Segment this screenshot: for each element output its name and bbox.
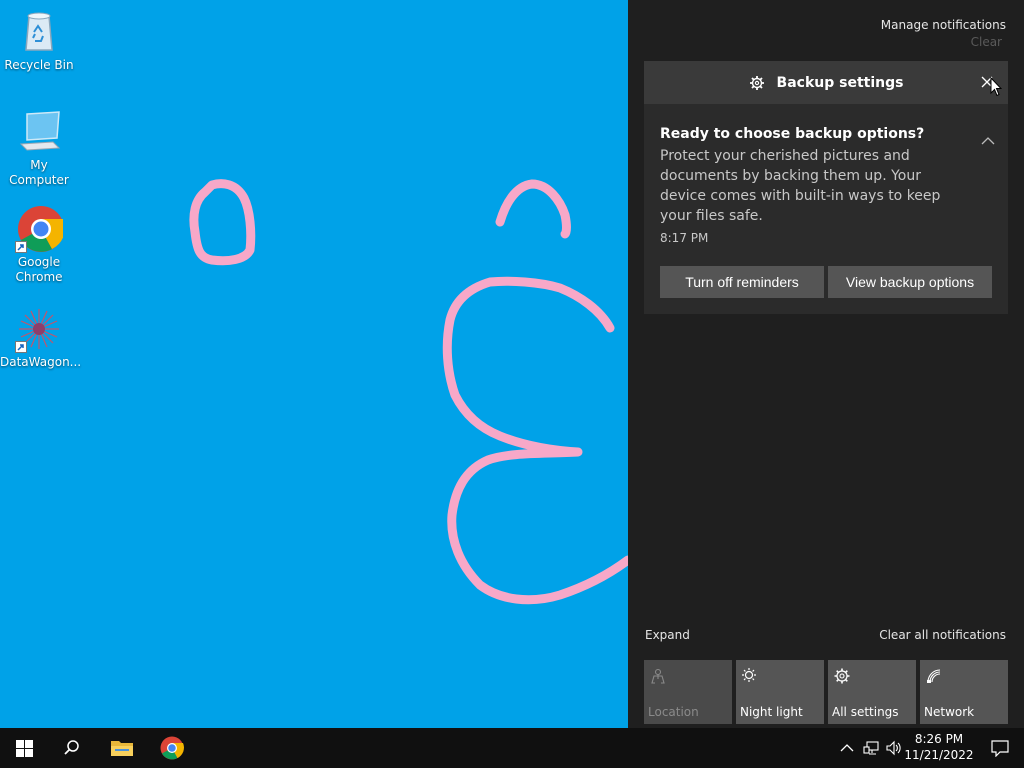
quick-action-night-light[interactable]: Night light — [736, 660, 824, 724]
view-backup-options-button[interactable]: View backup options — [828, 266, 992, 298]
quick-action-label: Network — [924, 705, 975, 719]
desktop-icon-google-chrome[interactable]: Google Chrome — [0, 205, 78, 285]
notification-time: 8:17 PM — [660, 231, 709, 245]
folder-icon — [111, 741, 133, 756]
desktop-icon-datawagon[interactable]: DataWagon... — [0, 305, 82, 370]
action-center-button[interactable] — [976, 728, 1024, 768]
turn-off-reminders-button[interactable]: Turn off reminders — [660, 266, 824, 298]
mouse-cursor-icon — [990, 77, 1002, 97]
quick-action-location[interactable]: Location — [644, 660, 732, 724]
chrome-icon — [160, 736, 184, 760]
desktop-icon-label: My Computer — [9, 158, 69, 187]
clock-time: 8:26 PM — [914, 732, 964, 746]
clear-link[interactable]: Clear — [971, 35, 1002, 49]
file-explorer-button[interactable] — [98, 728, 146, 768]
quick-action-label: Location — [648, 705, 699, 719]
quick-action-label: All settings — [832, 705, 899, 719]
gear-icon — [749, 75, 764, 90]
computer-icon — [15, 108, 63, 156]
chevron-up-icon[interactable] — [839, 740, 855, 756]
desktop-icon-recycle-bin[interactable]: Recycle Bin — [0, 8, 78, 73]
windows-logo-icon — [15, 739, 33, 757]
desktop-icon-label: Recycle Bin — [4, 58, 74, 72]
search-icon — [64, 740, 79, 755]
notification-group-header[interactable]: Backup settings — [644, 61, 1008, 104]
notification-icon — [991, 740, 1009, 757]
shortcut-arrow-icon — [15, 341, 27, 353]
recycle-bin-icon — [15, 8, 63, 56]
network-wired-icon[interactable] — [863, 740, 879, 756]
taskbar: 8:26 PM 11/21/2022 — [0, 728, 1024, 768]
chrome-icon — [15, 205, 65, 253]
clear-all-notifications-link[interactable]: Clear all notifications — [879, 628, 1006, 642]
manage-notifications-link[interactable]: Manage notifications — [881, 18, 1006, 32]
volume-icon[interactable] — [886, 740, 902, 756]
night-light-icon — [742, 668, 756, 682]
system-clock[interactable]: 8:26 PM 11/21/2022 — [904, 731, 974, 763]
action-center-panel: Manage notifications Clear Backup settin… — [628, 0, 1024, 728]
desktop-icon-my-computer[interactable]: My Computer — [0, 108, 78, 188]
backup-notification-card[interactable]: Ready to choose backup options? Protect … — [644, 104, 1008, 314]
start-button[interactable] — [0, 728, 48, 768]
notification-app-name: Backup settings — [776, 74, 904, 91]
shortcut-arrow-icon — [15, 241, 27, 253]
desktop-icon-label: Google Chrome — [15, 255, 63, 284]
quick-action-all-settings[interactable]: All settings — [828, 660, 916, 724]
notification-title: Ready to choose backup options? — [660, 126, 925, 142]
location-icon — [651, 668, 665, 684]
desktop-icon-label: DataWagon... — [0, 355, 82, 369]
settings-icon — [834, 668, 850, 684]
expand-link[interactable]: Expand — [645, 628, 690, 642]
quick-actions: Location Night light All settings Networ… — [644, 660, 1008, 724]
pink-doodle-drawing — [189, 179, 628, 605]
search-button[interactable] — [48, 728, 96, 768]
notification-body-text: Protect your cherished pictures and docu… — [660, 148, 941, 224]
clock-date: 11/21/2022 — [904, 748, 974, 762]
quick-action-network[interactable]: Network — [920, 660, 1008, 724]
chevron-up-icon[interactable] — [980, 136, 996, 146]
quick-action-label: Night light — [740, 705, 803, 719]
datawagon-icon — [15, 305, 63, 353]
network-icon — [927, 669, 941, 683]
chrome-taskbar-button[interactable] — [148, 728, 196, 768]
desktop: Recycle Bin My Computer Google Chrome Da… — [0, 0, 628, 728]
